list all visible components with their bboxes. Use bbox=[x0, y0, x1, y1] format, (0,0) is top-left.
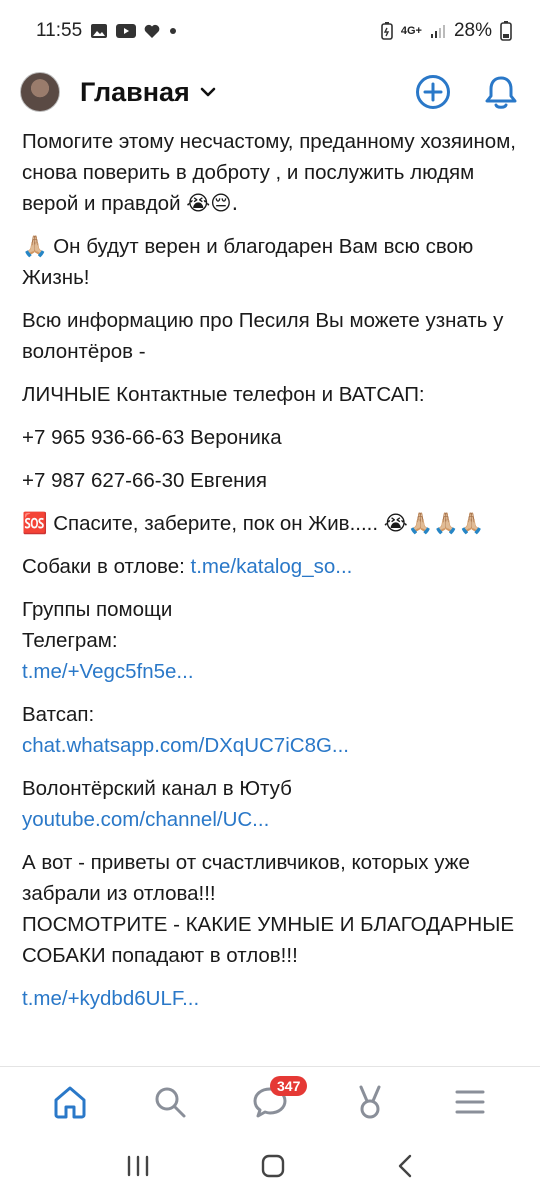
system-nav-bar bbox=[0, 1136, 540, 1200]
app-header: Главная bbox=[0, 62, 540, 122]
home-system-button[interactable] bbox=[261, 1154, 285, 1183]
bell-icon bbox=[485, 76, 517, 109]
chevron-down-icon[interactable] bbox=[200, 85, 216, 103]
post-text: ПОСМОТРИТЕ - КАКИЕ УМНЫЕ И БЛАГОДАРНЫЕ С… bbox=[22, 913, 515, 967]
back-button[interactable] bbox=[396, 1154, 414, 1183]
youtube-link[interactable]: youtube.com/channel/UC... bbox=[22, 808, 269, 831]
post-text: А вот - приветы от счастливчиков, которы… bbox=[22, 851, 470, 905]
nav-home[interactable] bbox=[40, 1072, 100, 1132]
back-chevron-icon bbox=[399, 1154, 412, 1177]
post-text: Группы помощи bbox=[22, 598, 173, 621]
battery-percent: 28% bbox=[453, 20, 492, 41]
heart-icon bbox=[144, 24, 160, 39]
post-text: Он будут верен и благодарен Вам всю свою… bbox=[22, 235, 474, 289]
nav-search[interactable] bbox=[140, 1072, 200, 1132]
emoji-pray-icon: 🙏🏼 bbox=[22, 234, 48, 258]
sos-icon: 🆘 bbox=[22, 511, 48, 535]
clips-icon bbox=[359, 1085, 381, 1118]
status-bar: 11:55 4G+ 28% bbox=[0, 0, 540, 62]
phone-veronika[interactable]: +7 965 936-66-63 Вероника bbox=[22, 422, 518, 453]
dot-icon bbox=[168, 26, 178, 36]
add-post-button[interactable] bbox=[414, 73, 452, 111]
messages-badge: 347 bbox=[270, 1075, 308, 1096]
recent-apps-icon bbox=[127, 1155, 148, 1176]
network-type: 4G+ bbox=[400, 25, 422, 37]
page-title[interactable]: Главная bbox=[80, 77, 190, 108]
post-text: Спасите, заберите, пок он Жив..... bbox=[53, 512, 379, 535]
post-paragraph: Группы помощи Телеграм: t.me/+Vegc5fn5e.… bbox=[22, 594, 518, 687]
post-paragraph: Всю информацию про Песиля Вы можете узна… bbox=[22, 309, 504, 363]
post-text: Волонтёрский канал в Ютуб bbox=[22, 777, 292, 800]
plus-circle-icon bbox=[416, 75, 450, 109]
hamburger-icon bbox=[455, 1090, 485, 1113]
home-icon bbox=[54, 1086, 86, 1118]
post-paragraph: 🆘 Спасите, заберите, пок он Жив..... 😭🙏🏼… bbox=[22, 508, 518, 539]
catalog-link[interactable]: t.me/katalog_so... bbox=[191, 555, 353, 578]
post-paragraph: Ватсап: chat.whatsapp.com/DXqUC7iC8G... bbox=[22, 699, 518, 761]
status-time: 11:55 bbox=[36, 20, 83, 41]
post-content: Помогите этому несчастому, преданному хо… bbox=[0, 126, 540, 1066]
home-square-icon bbox=[261, 1154, 285, 1177]
battery-saver-icon bbox=[381, 22, 393, 40]
nav-clips[interactable] bbox=[340, 1072, 400, 1132]
emoji-pray-icon: 😭🙏🏼🙏🏼🙏🏼 bbox=[383, 511, 485, 535]
whatsapp-link[interactable]: chat.whatsapp.com/DXqUC7iC8G... bbox=[22, 734, 349, 757]
post-paragraph: t.me/+kydbd6ULF... bbox=[22, 983, 518, 1014]
post-paragraph: 🙏🏼 Он будут верен и благодарен Вам всю с… bbox=[22, 231, 518, 293]
bottom-nav: 347 bbox=[0, 1066, 540, 1136]
recent-apps-button[interactable] bbox=[126, 1155, 150, 1182]
post-paragraph: Помогите этому несчастому, преданному хо… bbox=[22, 126, 518, 219]
gallery-icon bbox=[90, 23, 108, 39]
post-paragraph: Волонтёрский канал в Ютуб youtube.com/ch… bbox=[22, 773, 518, 835]
avatar[interactable] bbox=[20, 72, 60, 112]
battery-icon bbox=[500, 21, 512, 41]
post-text: снова поверить в доброту , и послужить л… bbox=[22, 161, 475, 215]
post-text: Помогите этому несчастому, преданному хо… bbox=[22, 130, 516, 153]
search-icon bbox=[155, 1087, 186, 1117]
telegram-link[interactable]: t.me/+Vegc5fn5e... bbox=[22, 660, 194, 683]
post-text: Собаки в отлове: bbox=[22, 555, 185, 578]
phone-evgenia[interactable]: +7 987 627-66-30 Евгения bbox=[22, 465, 518, 496]
youtube-icon bbox=[116, 24, 137, 38]
happy-dogs-link[interactable]: t.me/+kydbd6ULF... bbox=[22, 987, 199, 1010]
post-text: Ватсап: bbox=[22, 703, 95, 726]
nav-messages[interactable]: 347 bbox=[240, 1072, 308, 1132]
post-paragraph: Собаки в отлове: t.me/katalog_so... bbox=[22, 551, 518, 582]
post-paragraph: ЛИЧНЫЕ Контактные телефон и ВАТСАП: bbox=[22, 383, 425, 406]
nav-menu[interactable] bbox=[440, 1072, 500, 1132]
emoji-crying-icon: 😭😔. bbox=[186, 191, 239, 215]
post-text: Телеграм: bbox=[22, 629, 118, 652]
notifications-button[interactable] bbox=[482, 73, 520, 111]
post-paragraph: А вот - приветы от счастливчиков, которы… bbox=[22, 847, 518, 971]
signal-icon bbox=[430, 23, 446, 39]
